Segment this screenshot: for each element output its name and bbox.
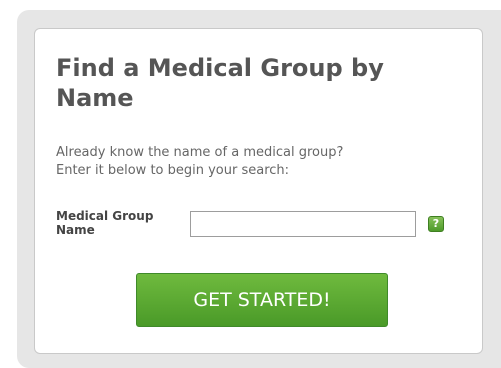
intro-line-1: Already know the name of a medical group…: [56, 145, 344, 160]
medical-group-name-input[interactable]: [190, 211, 416, 237]
help-icon[interactable]: ?: [428, 216, 444, 232]
intro-text: Already know the name of a medical group…: [56, 144, 456, 180]
medical-group-search-card: Find a Medical Group by Name Already kno…: [34, 28, 483, 354]
intro-line-2: Enter it below to begin your search:: [56, 163, 290, 178]
get-started-button[interactable]: GET STARTED!: [136, 273, 388, 327]
medical-group-name-label: Medical Group Name: [56, 209, 154, 237]
page-title: Find a Medical Group by Name: [56, 54, 384, 112]
